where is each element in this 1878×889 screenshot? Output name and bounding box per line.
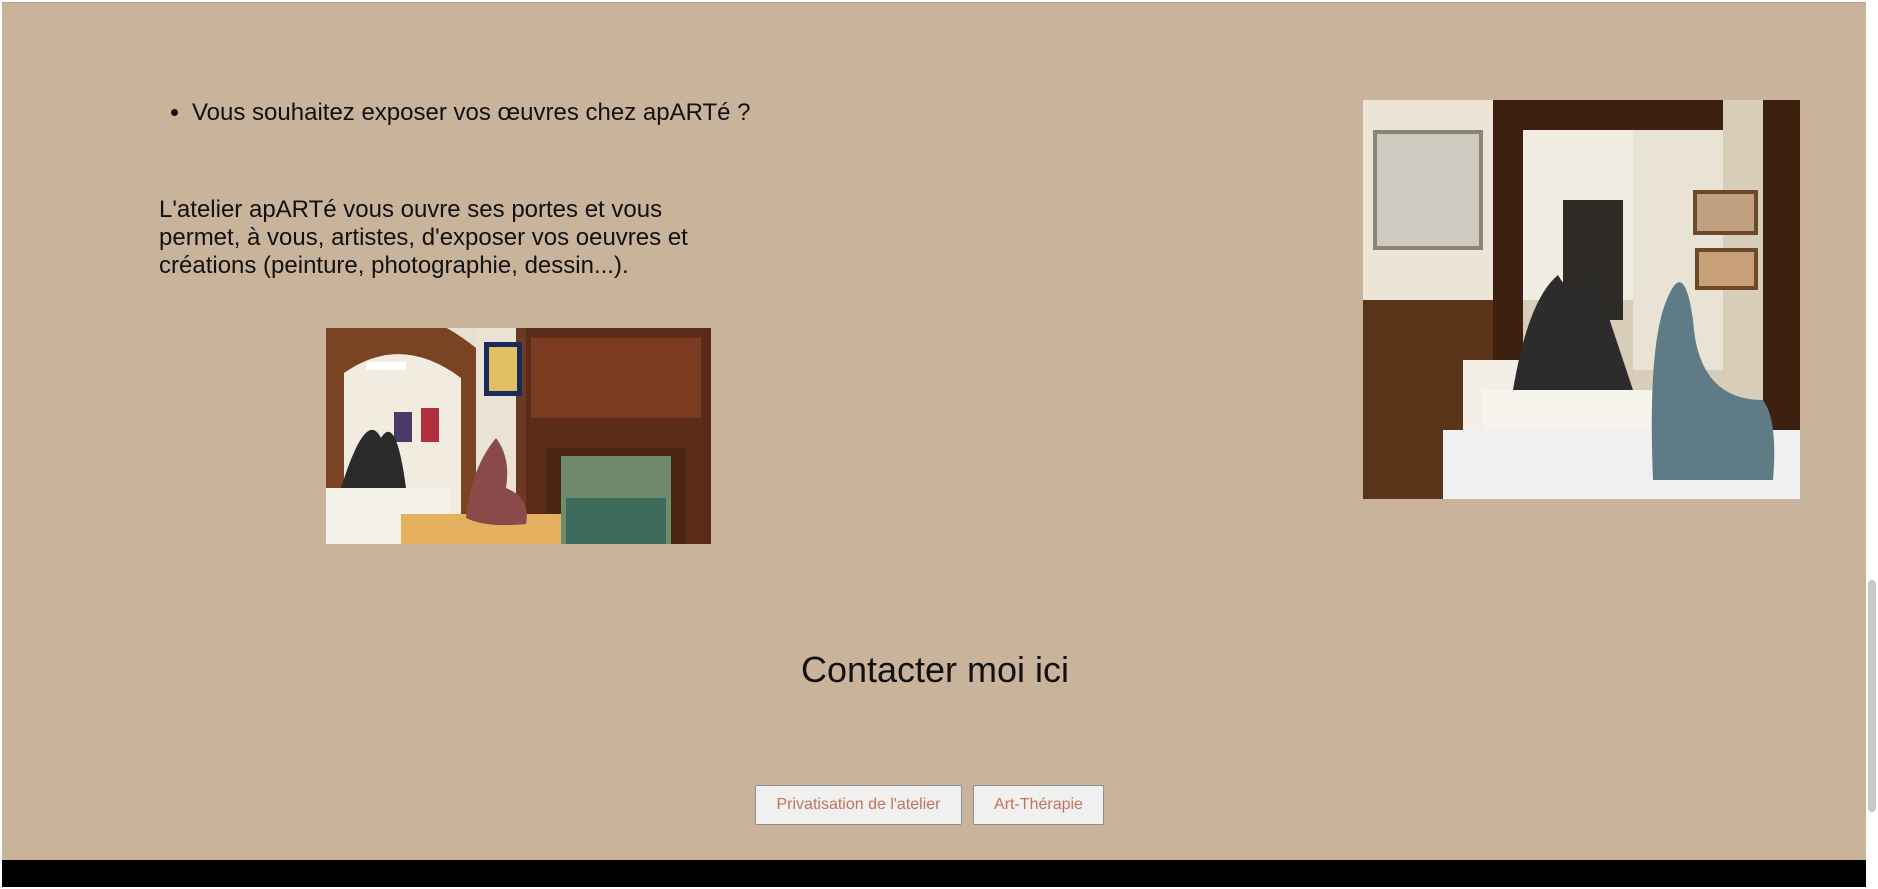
privatisation-button[interactable]: Privatisation de l'atelier bbox=[755, 785, 962, 825]
page-background: Vous souhaitez exposer vos œuvres chez a… bbox=[2, 2, 1866, 861]
intro-paragraph: L'atelier apARTé vous ouvre ses portes e… bbox=[159, 196, 688, 279]
bullet-item-exhibit: Vous souhaitez exposer vos œuvres chez a… bbox=[192, 96, 751, 130]
footer-bar bbox=[2, 860, 1866, 887]
bullet-list: Vous souhaitez exposer vos œuvres chez a… bbox=[157, 96, 751, 130]
scrollbar-thumb[interactable] bbox=[1868, 580, 1876, 812]
gallery-photo-right bbox=[1363, 100, 1800, 499]
contact-heading: Contacter moi ici bbox=[800, 649, 1070, 690]
art-therapie-button[interactable]: Art-Thérapie bbox=[973, 785, 1104, 825]
gallery-photo-left bbox=[326, 328, 711, 544]
vertical-scrollbar[interactable] bbox=[1866, 0, 1878, 889]
